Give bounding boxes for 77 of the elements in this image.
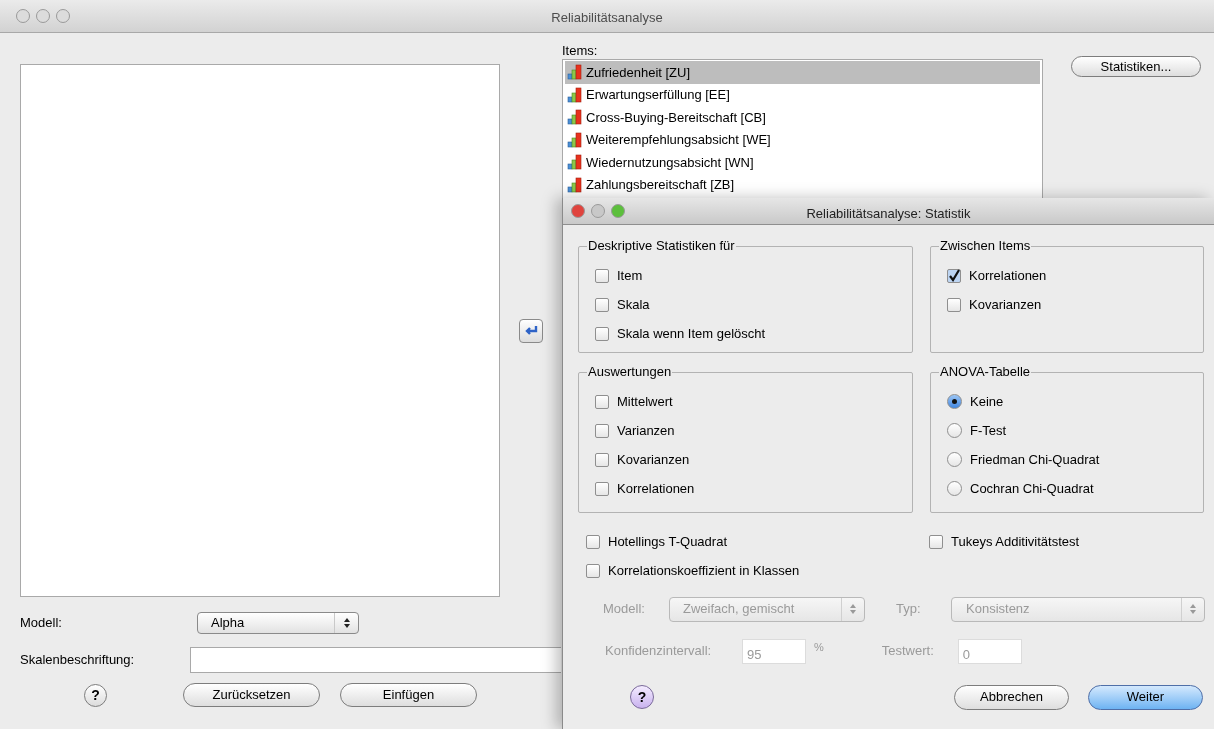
option-label: Skala [617, 295, 650, 314]
items-list[interactable]: Zufriedenheit [ZU] Erwartungserfüllung [EE] Cross-Buying-Bereitschaft [CB] Weiterempfehlungsabsicht [WE] Wiedernutzungsabsicht [WN] Zahlungsbereitschaft [ZB] [562, 59, 1043, 199]
checkbox[interactable] [595, 394, 609, 409]
minimize-button[interactable] [591, 204, 605, 218]
list-item[interactable]: Erwartungserfüllung [EE] [565, 83, 1040, 106]
dialog-button[interactable]: Zurücksetzen [183, 683, 320, 707]
option-label: Tukeys Additivitätstest [951, 532, 1080, 551]
list-item[interactable]: Zufriedenheit [ZU] [565, 61, 1040, 84]
checkbox[interactable] [595, 326, 609, 341]
items-label: Items: [562, 43, 599, 59]
checkbox[interactable] [586, 563, 600, 578]
close-button[interactable] [571, 204, 585, 218]
list-item[interactable]: Weiterempfehlungsabsicht [WE] [565, 128, 1040, 151]
option-label: Kovarianzen [617, 450, 690, 469]
percent-label: % [814, 640, 824, 655]
option-label: Korrelationen [617, 479, 695, 498]
radio-button[interactable] [947, 423, 962, 438]
checkbox[interactable] [595, 297, 609, 312]
model-label: Modell: [20, 614, 63, 633]
option-label: Varianzen [617, 421, 675, 440]
option-label: Skala wenn Item gelöscht [617, 324, 766, 343]
option-label: Cochran Chi-Quadrat [970, 479, 1094, 498]
variable-icon [567, 131, 583, 148]
checkbox[interactable] [595, 423, 609, 438]
radio-button[interactable] [947, 394, 962, 409]
arrow-icon [524, 325, 538, 337]
variable-icon [567, 86, 583, 103]
confidence-field: 95 [742, 639, 806, 664]
radio-button[interactable] [947, 481, 962, 496]
option-label: F-Test [970, 421, 1007, 440]
window-title: Reliabilitätsanalyse [551, 9, 663, 27]
list-item[interactable]: Cross-Buying-Bereitschaft [CB] [565, 106, 1040, 129]
minimize-button[interactable] [36, 9, 50, 23]
variable-icon [567, 109, 583, 126]
move-button[interactable] [519, 319, 543, 343]
option-label: Kovarianzen [969, 295, 1042, 314]
checkbox[interactable] [595, 268, 609, 283]
zoom-button[interactable] [611, 204, 625, 218]
test-value-label: Testwert: [881, 642, 935, 660]
checkbox[interactable] [595, 481, 609, 496]
variable-icon [567, 154, 583, 171]
variable-icon [567, 176, 583, 193]
option-label: Keine [970, 392, 1004, 411]
option-label: Friedman Chi-Quadrat [970, 450, 1100, 469]
checkbox[interactable] [595, 452, 609, 467]
dialog-title: Reliabilitätsanalyse: Statistik [806, 205, 971, 223]
model-label: Modell: [603, 600, 646, 619]
option-label: Korrelationen [969, 266, 1047, 285]
zoom-button[interactable] [56, 9, 70, 23]
test-value-field: 0 [957, 639, 1022, 664]
option-label: Mittelwert [617, 392, 673, 411]
model-dropdown[interactable]: Alpha [197, 612, 359, 634]
scale-label: Skalenbeschriftung: [20, 651, 136, 670]
checkbox[interactable] [929, 534, 943, 549]
statistics-button[interactable]: Statistiken... [1071, 56, 1201, 77]
help-button[interactable]: ? [84, 683, 107, 707]
help-button[interactable]: ? [630, 685, 654, 709]
dialog-button[interactable]: Einfügen [340, 683, 477, 707]
radio-button[interactable] [947, 452, 962, 467]
checkbox[interactable] [947, 268, 961, 283]
checkbox[interactable] [947, 297, 961, 312]
option-label: Korrelationskoeffizient in Klassen [608, 561, 800, 580]
confidence-label: Konfidenzintervall: [605, 642, 713, 660]
option-label: Hotellings T-Quadrat [608, 532, 727, 551]
option-label: Item [617, 266, 643, 285]
variable-icon [567, 64, 583, 81]
dialog-button[interactable]: Abbrechen [954, 684, 1069, 710]
dialog-button[interactable]: Weiter [1088, 684, 1203, 710]
list-item[interactable]: Wiedernutzungsabsicht [WN] [565, 151, 1040, 174]
group-title: Deskriptive Statistiken für [587, 238, 736, 254]
group-title: Auswertungen [587, 364, 673, 380]
model-dropdown: Zweifach, gemischt [669, 596, 865, 622]
list-item[interactable]: Zahlungsbereitschaft [ZB] [565, 173, 1040, 196]
close-button[interactable] [16, 9, 30, 23]
checkbox[interactable] [586, 534, 600, 549]
scale-label-field[interactable] [190, 647, 561, 673]
type-label: Typ: [896, 600, 922, 619]
